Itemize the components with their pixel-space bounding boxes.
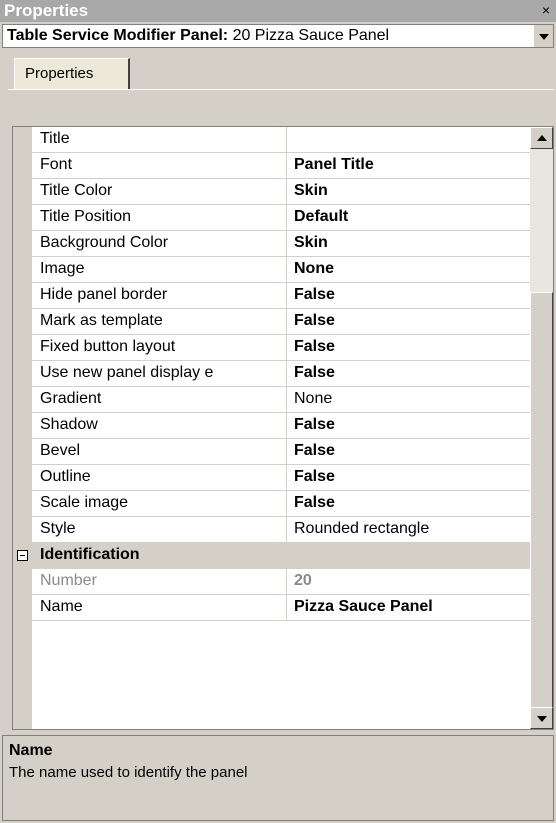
- property-row-use-new-panel-display[interactable]: Use new panel display e False: [32, 361, 530, 387]
- property-name: Font: [40, 156, 73, 173]
- property-row-font[interactable]: Font Panel Title: [32, 153, 530, 179]
- object-type-label: Table Service Modifier Panel:: [7, 27, 229, 44]
- property-row-mark-as-template[interactable]: Mark as template False: [32, 309, 530, 335]
- property-name: Fixed button layout: [40, 338, 176, 355]
- property-value[interactable]: False: [294, 364, 335, 382]
- property-row-gradient[interactable]: Gradient None: [32, 387, 530, 413]
- object-name-label: 20 Pizza Sauce Panel: [232, 27, 390, 44]
- property-name: Use new panel display e: [40, 364, 214, 381]
- property-row-outline[interactable]: Outline False: [32, 465, 530, 491]
- property-value[interactable]: False: [294, 468, 335, 486]
- property-name: Bevel: [40, 442, 81, 459]
- property-row-fixed-button-layout[interactable]: Fixed button layout False: [32, 335, 530, 361]
- category-identification[interactable]: Identification: [13, 543, 530, 569]
- property-name: Shadow: [40, 416, 98, 433]
- property-value[interactable]: Rounded rectangle: [294, 520, 429, 538]
- property-row-number[interactable]: Number 20: [32, 569, 530, 595]
- scroll-thumb[interactable]: [530, 292, 553, 724]
- dropdown-button[interactable]: [533, 25, 553, 47]
- property-name: Title: [40, 130, 70, 147]
- property-row-name[interactable]: Name Pizza Sauce Panel: [32, 595, 530, 621]
- scroll-up-button[interactable]: [530, 127, 553, 149]
- property-name: Title Color: [40, 182, 113, 199]
- property-value[interactable]: Panel Title: [294, 156, 374, 174]
- property-row-scale-image[interactable]: Scale image False: [32, 491, 530, 517]
- property-value[interactable]: Default: [294, 208, 348, 226]
- scroll-down-button[interactable]: [530, 707, 553, 729]
- vertical-scrollbar[interactable]: [530, 127, 553, 729]
- chevron-down-icon: [537, 716, 547, 722]
- tab-properties-label: Properties: [25, 65, 94, 82]
- property-value[interactable]: False: [294, 442, 335, 460]
- property-value: 20: [294, 572, 312, 589]
- category-label: Identification: [40, 546, 140, 563]
- property-name: Hide panel border: [40, 286, 168, 303]
- tab-properties[interactable]: Properties: [14, 58, 130, 90]
- property-value[interactable]: False: [294, 286, 335, 304]
- property-name: Image: [40, 260, 85, 277]
- property-row-background-color[interactable]: Background Color Skin: [32, 231, 530, 257]
- chevron-down-icon: [539, 34, 549, 40]
- property-name: Mark as template: [40, 312, 163, 329]
- collapse-icon[interactable]: [17, 550, 28, 561]
- object-selector-text: Table Service Modifier Panel: 20 Pizza S…: [7, 27, 389, 45]
- property-row-image[interactable]: Image None: [32, 257, 530, 283]
- property-value[interactable]: False: [294, 338, 335, 356]
- description-text: The name used to identify the panel: [9, 764, 248, 781]
- close-icon[interactable]: ×: [538, 3, 554, 19]
- description-panel: Name The name used to identify the panel: [2, 735, 554, 821]
- property-value[interactable]: None: [294, 390, 332, 408]
- property-value[interactable]: Pizza Sauce Panel: [294, 598, 433, 616]
- property-value[interactable]: None: [294, 260, 334, 278]
- title-bar: Properties ×: [0, 0, 556, 22]
- window-title: Properties: [4, 1, 89, 20]
- property-grid: Title Font Panel Title Title Color Skin …: [13, 127, 530, 729]
- property-name: Scale image: [40, 494, 129, 511]
- property-row-title-color[interactable]: Title Color Skin: [32, 179, 530, 205]
- property-name: Outline: [40, 468, 91, 485]
- property-value[interactable]: Skin: [294, 234, 328, 252]
- property-row-style[interactable]: Style Rounded rectangle: [32, 517, 530, 543]
- tab-strip-line: [8, 89, 554, 90]
- property-row-bevel[interactable]: Bevel False: [32, 439, 530, 465]
- property-row-title[interactable]: Title: [32, 127, 530, 153]
- property-name: Style: [40, 520, 76, 537]
- property-value[interactable]: False: [294, 494, 335, 512]
- property-value[interactable]: False: [294, 416, 335, 434]
- property-row-title-position[interactable]: Title Position Default: [32, 205, 530, 231]
- property-name: Background Color: [40, 234, 169, 251]
- property-name: Gradient: [40, 390, 102, 407]
- property-value[interactable]: False: [294, 312, 335, 330]
- property-row-shadow[interactable]: Shadow False: [32, 413, 530, 439]
- property-row-hide-panel-border[interactable]: Hide panel border False: [32, 283, 530, 309]
- property-value[interactable]: Skin: [294, 182, 328, 200]
- chevron-up-icon: [537, 135, 547, 141]
- property-name: Name: [40, 598, 83, 615]
- description-title: Name: [9, 742, 53, 759]
- property-name: Title Position: [40, 208, 131, 225]
- object-selector-dropdown[interactable]: Table Service Modifier Panel: 20 Pizza S…: [2, 24, 554, 48]
- property-name: Number: [40, 572, 97, 589]
